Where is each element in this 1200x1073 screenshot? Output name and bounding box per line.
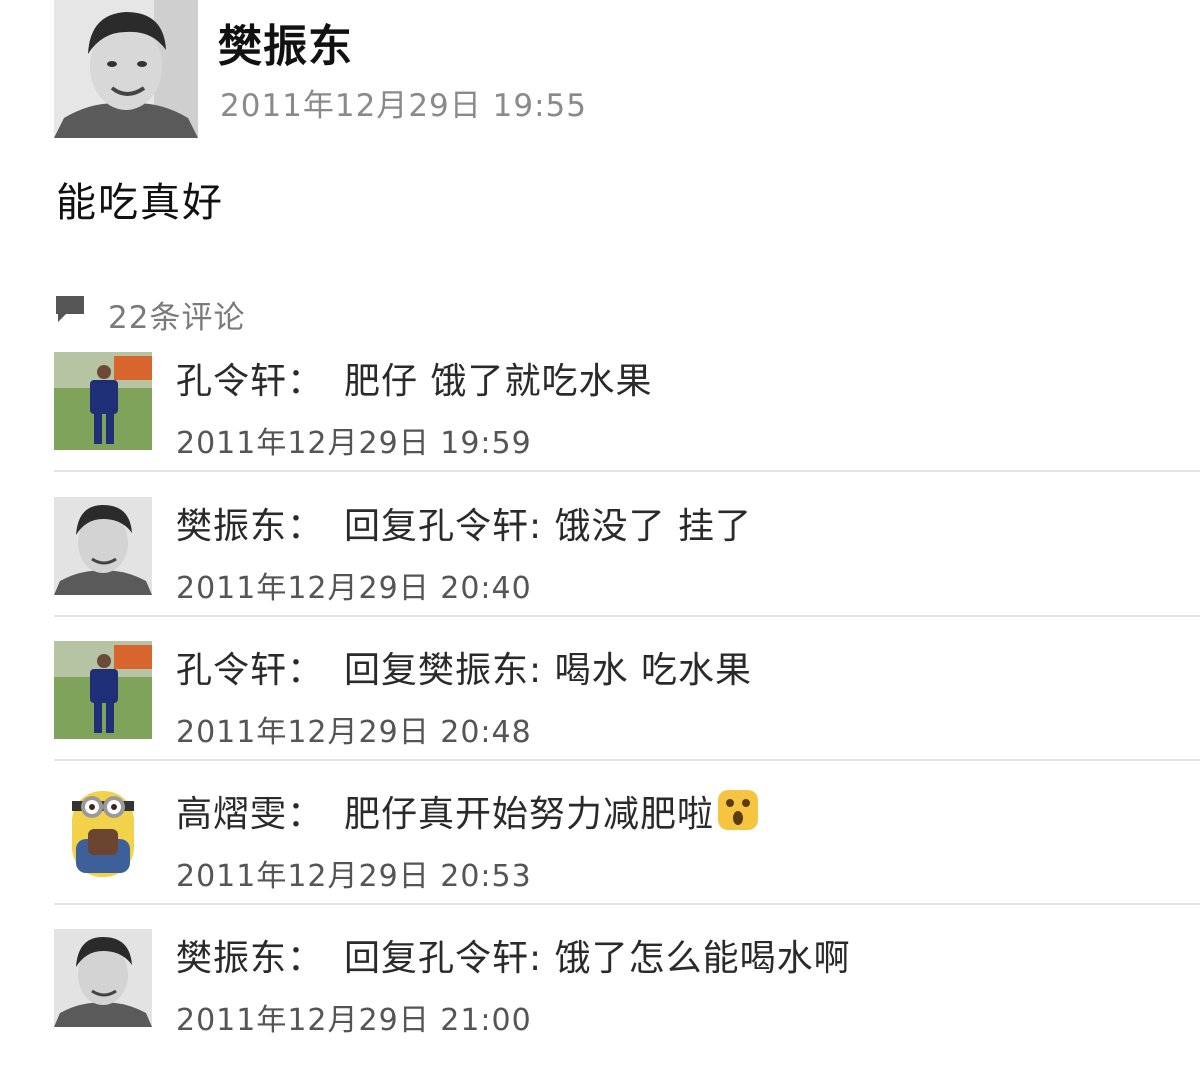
comment-text: 孔令轩： 回复樊振东: 喝水 吃水果: [176, 650, 753, 691]
comment-item: 高熠雯： 肥仔真开始努力减肥啦 2011年12月29日 20:53: [54, 785, 1200, 929]
surprised-face-emoji-icon: [718, 790, 759, 830]
comment-timestamp: 2011年12月29日 21:00: [176, 1003, 532, 1038]
comment-divider: [54, 759, 1200, 761]
comment-author[interactable]: 孔令轩: [176, 650, 287, 691]
comment-message: 肥仔真开始努力减肥啦: [344, 794, 715, 835]
post-header: 樊振东 2011年12月29日 19:55: [54, 0, 1154, 140]
comment-divider: [54, 470, 1200, 472]
post-timestamp: 2011年12月29日 19:55: [220, 88, 587, 124]
comment-text: 樊振东： 回复孔令轩: 饿没了 挂了: [176, 506, 753, 547]
comment-timestamp: 2011年12月29日 20:40: [176, 571, 532, 606]
boy-on-field-avatar[interactable]: [54, 352, 152, 450]
comment-timestamp: 2011年12月29日 19:59: [176, 426, 532, 461]
post-content: 能吃真好: [56, 180, 224, 226]
comment-author[interactable]: 樊振东: [176, 938, 287, 979]
smiling-boy-avatar[interactable]: [54, 929, 152, 1027]
comment-text: 高熠雯： 肥仔真开始努力减肥啦: [176, 785, 760, 837]
comment-item: 樊振东： 回复孔令轩: 饿没了 挂了 2011年12月29日 20:40: [54, 497, 1200, 641]
comment-item: 孔令轩： 回复樊振东: 喝水 吃水果 2011年12月29日 20:48: [54, 641, 1200, 785]
comment-text: 樊振东： 回复孔令轩: 饿了怎么能喝水啊: [176, 938, 851, 979]
comment-author[interactable]: 高熠雯: [176, 794, 287, 835]
post-author-name[interactable]: 樊振东: [218, 10, 353, 74]
comment-divider: [54, 903, 1200, 905]
comment-timestamp: 2011年12月29日 20:53: [176, 859, 532, 894]
smiling-boy-avatar[interactable]: [54, 497, 152, 595]
author-avatar[interactable]: [54, 0, 198, 138]
comment-item: 樊振东： 回复孔令轩: 饿了怎么能喝水啊 2011年12月29日 21:00: [54, 929, 1200, 1073]
comment-message: 回复樊振东: 喝水 吃水果: [344, 650, 753, 691]
comments-header[interactable]: 22条评论: [54, 292, 454, 336]
comment-message: 肥仔 饿了就吃水果: [344, 361, 653, 402]
comment-item: 孔令轩： 肥仔 饿了就吃水果 2011年12月29日 19:59: [54, 352, 1200, 496]
comment-timestamp: 2011年12月29日 20:48: [176, 715, 532, 750]
comment-author[interactable]: 孔令轩: [176, 361, 287, 402]
comment-message: 回复孔令轩: 饿了怎么能喝水啊: [344, 938, 851, 979]
comment-author[interactable]: 樊振东: [176, 506, 287, 547]
speech-bubble-icon: [56, 296, 84, 322]
comments-count: 22条评论: [108, 300, 246, 336]
comment-divider: [54, 615, 1200, 617]
comment-text: 孔令轩： 肥仔 饿了就吃水果: [176, 361, 653, 402]
comment-message: 回复孔令轩: 饿没了 挂了: [344, 506, 753, 547]
minion-avatar[interactable]: [54, 785, 152, 883]
boy-on-field-avatar[interactable]: [54, 641, 152, 739]
